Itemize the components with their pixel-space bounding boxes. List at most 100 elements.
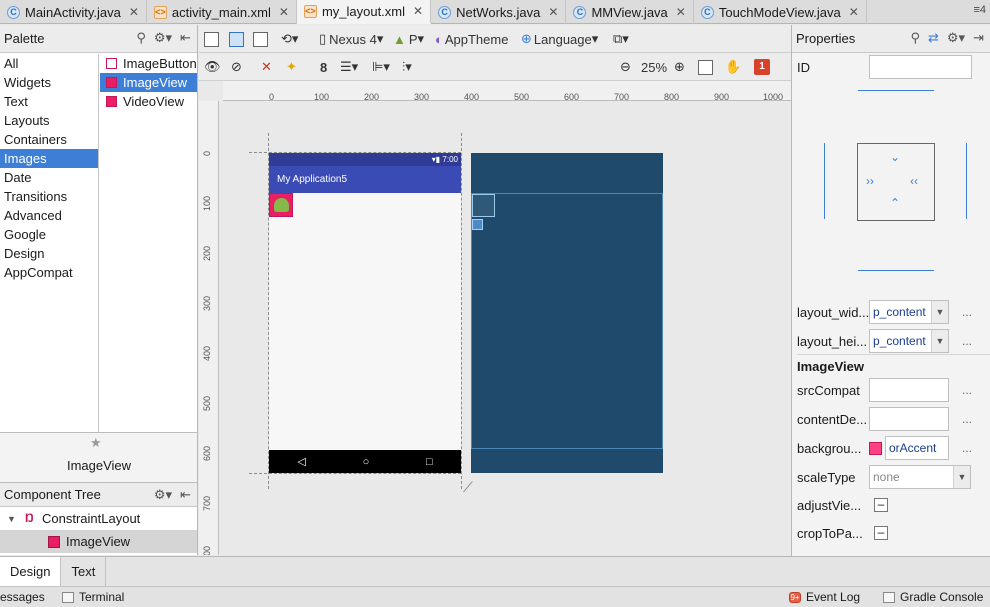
palette-category-google[interactable]: Google: [0, 225, 98, 244]
resize-handle-icon[interactable]: ⟋: [463, 479, 483, 495]
palette-category-images[interactable]: Images: [0, 149, 98, 168]
event-log-tool-button[interactable]: 9+ Event Log: [789, 590, 860, 604]
design-canvas[interactable]: 0 100 200 300 400 500 600 700 800 900 10…: [199, 81, 791, 555]
search-icon[interactable]: ⚲: [910, 30, 920, 46]
image-button-icon: [106, 58, 117, 69]
api-level-selector[interactable]: ▲ P ▾: [393, 30, 424, 48]
infer-constraints-icon[interactable]: ✦: [286, 58, 297, 76]
zoom-to-fit-icon[interactable]: [698, 58, 713, 76]
blueprint-preview[interactable]: [471, 153, 663, 473]
palette-category-containers[interactable]: Containers: [0, 130, 98, 149]
toggle-view-icon[interactable]: ⇄: [928, 30, 939, 46]
palette-category-all[interactable]: All: [0, 54, 98, 73]
baseline-handle-icon[interactable]: [472, 219, 483, 230]
background-field[interactable]: orAccent: [885, 436, 949, 460]
more-options-icon[interactable]: ...: [962, 305, 972, 319]
pan-hand-icon[interactable]: ✋: [725, 58, 741, 76]
theme-selector[interactable]: ◐ AppTheme: [435, 30, 508, 48]
palette-category-advanced[interactable]: Advanced: [0, 206, 98, 225]
terminal-tool-button[interactable]: Terminal: [62, 590, 124, 604]
hide-panel-icon[interactable]: ⇤: [180, 487, 191, 503]
java-class-icon: C: [438, 5, 452, 19]
clear-constraints-icon[interactable]: ✕: [261, 58, 272, 76]
show-constraints-icon[interactable]: 👁: [204, 58, 221, 76]
gear-icon[interactable]: ⚙▾: [947, 30, 965, 46]
id-field[interactable]: [869, 55, 972, 79]
palette-category-date[interactable]: Date: [0, 168, 98, 187]
close-icon[interactable]: ✕: [129, 5, 139, 19]
tab-mainactivity[interactable]: C MainActivity.java ✕: [0, 0, 147, 24]
id-row: ID: [797, 55, 990, 79]
tab-touchmodeview[interactable]: C TouchModeView.java ✕: [694, 0, 867, 24]
tab-text[interactable]: Text: [61, 557, 107, 586]
more-options-icon[interactable]: ...: [962, 383, 972, 397]
srccompat-field[interactable]: [869, 378, 949, 402]
messages-tool-button[interactable]: essages: [0, 590, 45, 604]
align-icon[interactable]: ⊫▾: [372, 58, 390, 76]
design-surface-icon[interactable]: [204, 30, 219, 48]
expand-arrow-icon[interactable]: ▼: [7, 514, 19, 524]
palette-item-videoview[interactable]: VideoView: [100, 92, 197, 111]
tab-design[interactable]: Design: [0, 557, 62, 586]
palette-category-transitions[interactable]: Transitions: [0, 187, 98, 206]
default-margin-value[interactable]: 8: [320, 58, 327, 76]
tree-node-imageview[interactable]: ImageView: [0, 530, 197, 553]
gear-icon[interactable]: ⚙▾: [154, 30, 172, 46]
more-options-icon[interactable]: ...: [962, 441, 972, 455]
tool-window-bar: essages Terminal 9+ Event Log Gradle Cons…: [0, 586, 990, 607]
crop-to-padding-checkbox[interactable]: –: [874, 526, 888, 540]
layout-variants-icon[interactable]: ⧉▾: [613, 30, 629, 48]
nav-home-icon: ○: [362, 455, 370, 468]
language-selector[interactable]: ⊕ Language ▾: [521, 30, 598, 48]
tab-mmview[interactable]: C MMView.java ✕: [566, 0, 694, 24]
xml-file-icon: <>: [303, 4, 317, 18]
autoconnect-icon[interactable]: ⊘: [231, 58, 242, 76]
device-selector[interactable]: ▯ Nexus 4 ▾: [319, 30, 383, 48]
more-options-icon[interactable]: ...: [962, 412, 972, 426]
orientation-icon[interactable]: ⟲▾: [281, 30, 298, 48]
palette-category-layouts[interactable]: Layouts: [0, 111, 98, 130]
adjust-view-bounds-checkbox[interactable]: –: [874, 498, 888, 512]
content-description-field[interactable]: [869, 407, 949, 431]
blueprint-imageview[interactable]: [472, 194, 495, 217]
tab-activity-main[interactable]: <> activity_main.xml ✕: [147, 0, 297, 24]
layout-width-select[interactable]: p_content ▼: [869, 300, 949, 324]
tab-my-layout[interactable]: <> my_layout.xml ✕: [296, 0, 432, 24]
imageview-widget[interactable]: [269, 193, 293, 217]
warnings-badge[interactable]: 1: [754, 58, 770, 76]
palette-category-appcompat[interactable]: AppCompat: [0, 263, 98, 282]
constraint-widget[interactable]: ⌄ ›› ‹‹ ⌃: [857, 143, 935, 221]
search-icon[interactable]: ⚲: [136, 30, 146, 46]
gradle-console-tool-button[interactable]: Gradle Console: [883, 590, 983, 604]
design-preview-phone[interactable]: ▾▮ 7:00 My Application5 ◁ ○ □: [269, 153, 461, 473]
component-tree-header: Component Tree ⚙▾ ⇤: [0, 483, 197, 507]
more-options-icon[interactable]: ...: [962, 334, 972, 348]
hide-panel-icon[interactable]: ⇤: [180, 30, 191, 46]
palette-category-text[interactable]: Text: [0, 92, 98, 111]
palette-category-widgets[interactable]: Widgets: [0, 73, 98, 92]
palette-item-imagebutton[interactable]: ImageButton: [100, 54, 197, 73]
zoom-out-icon[interactable]: ⊖: [620, 58, 631, 76]
close-icon[interactable]: ✕: [676, 5, 686, 19]
xml-file-icon: <>: [153, 5, 167, 19]
design-and-blueprint-icon[interactable]: [253, 30, 268, 48]
pack-icon[interactable]: ☰▾: [340, 58, 358, 76]
tab-networks[interactable]: C NetWorks.java ✕: [431, 0, 567, 24]
gear-icon[interactable]: ⚙▾: [154, 487, 172, 503]
palette-category-design[interactable]: Design: [0, 244, 98, 263]
tab-overflow-menu[interactable]: ≡4: [973, 4, 986, 16]
close-icon[interactable]: ✕: [548, 5, 558, 19]
close-icon[interactable]: ✕: [413, 4, 423, 18]
palette-item-imageview[interactable]: ImageView: [100, 73, 197, 92]
close-icon[interactable]: ✕: [279, 5, 289, 19]
close-icon[interactable]: ✕: [849, 5, 859, 19]
hide-panel-icon[interactable]: ⇥: [973, 30, 984, 46]
blueprint-surface-icon[interactable]: [229, 30, 244, 48]
layout-height-select[interactable]: p_content ▼: [869, 329, 949, 353]
zoom-in-icon[interactable]: ⊕: [674, 58, 685, 76]
guidelines-icon[interactable]: ⫶▾: [402, 58, 412, 76]
color-swatch[interactable]: [869, 441, 882, 455]
tree-node-constraintlayout[interactable]: ▼ Ŋ ConstraintLayout: [0, 507, 197, 530]
scale-type-select[interactable]: none ▼: [869, 465, 971, 489]
image-view-icon: [48, 535, 60, 548]
